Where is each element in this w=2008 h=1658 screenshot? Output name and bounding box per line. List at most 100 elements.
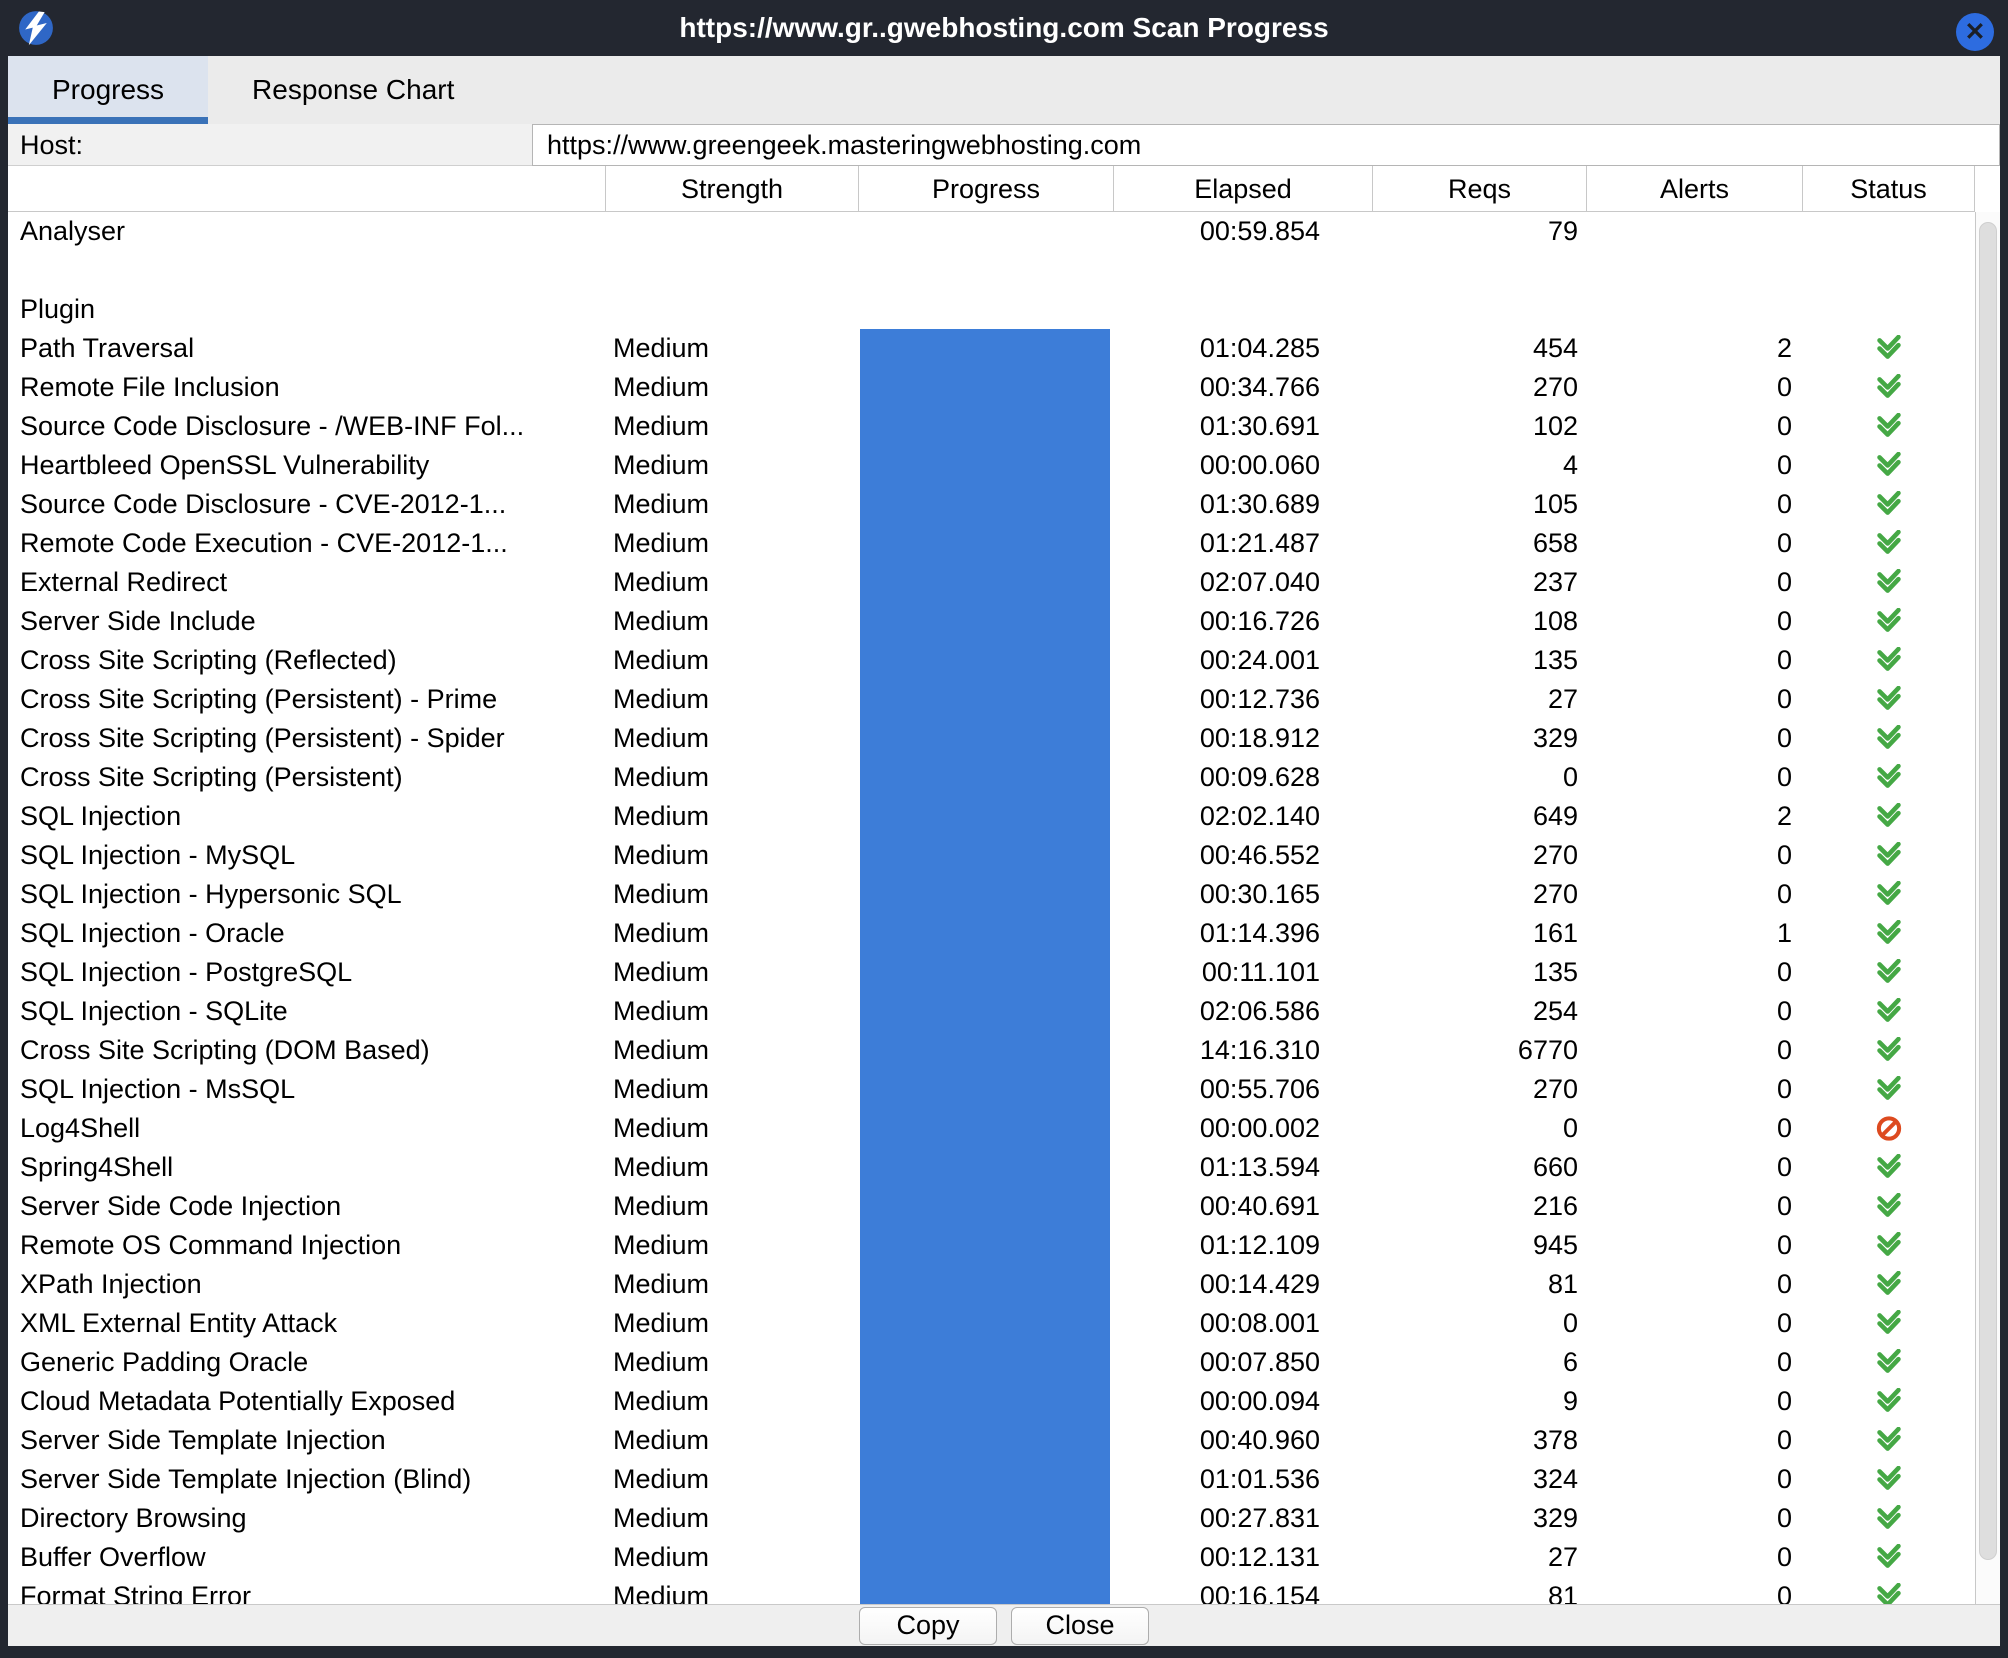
table-row[interactable]: External Redirect Medium 02:07.040 237 0 [8,563,1975,602]
col-header-progress[interactable]: Progress [858,166,1113,212]
col-header-strength[interactable]: Strength [605,166,858,212]
cell-name: Spring4Shell [8,1152,605,1183]
progress-bar [860,524,1110,563]
table-row[interactable]: SQL Injection - PostgreSQL Medium 00:11.… [8,953,1975,992]
table-row[interactable]: Remote OS Command Injection Medium 01:12… [8,1226,1975,1265]
host-input[interactable] [532,124,2000,166]
cell-reqs: 270 [1372,372,1586,403]
cell-elapsed: 00:16.726 [1113,606,1372,637]
table-row[interactable]: Heartbleed OpenSSL Vulnerability Medium … [8,446,1975,485]
cell-status [1802,1193,1975,1220]
status-complete-icon [1874,1388,1904,1415]
cell-alerts: 0 [1586,567,1802,598]
cell-name: Cross Site Scripting (DOM Based) [8,1035,605,1066]
table-row[interactable]: Directory Browsing Medium 00:27.831 329 … [8,1499,1975,1538]
table-row[interactable]: Cross Site Scripting (Persistent) Medium… [8,758,1975,797]
col-header-status[interactable]: Status [1802,166,1975,212]
window-title: https://www.gr..gwebhosting.com Scan Pro… [0,0,2008,56]
cell-progress [858,1304,1113,1343]
cell-name: Remote Code Execution - CVE-2012-1... [8,528,605,559]
cell-progress [858,1421,1113,1460]
cell-name: SQL Injection [8,801,605,832]
titlebar[interactable]: https://www.gr..gwebhosting.com Scan Pro… [0,0,2008,56]
cell-alerts: 0 [1586,723,1802,754]
table-row[interactable]: SQL Injection Medium 02:02.140 649 2 [8,797,1975,836]
table-row[interactable]: Server Side Code Injection Medium 00:40.… [8,1187,1975,1226]
status-complete-icon [1874,1193,1904,1220]
table-row[interactable]: Cross Site Scripting (Persistent) - Prim… [8,680,1975,719]
table-row[interactable]: Cross Site Scripting (Persistent) - Spid… [8,719,1975,758]
table-row[interactable]: Path Traversal Medium 01:04.285 454 2 [8,329,1975,368]
cell-progress [858,1187,1113,1226]
table-row[interactable]: Server Side Template Injection (Blind) M… [8,1460,1975,1499]
scrollbar-thumb[interactable] [1979,222,1997,1560]
close-button[interactable]: Close [1011,1607,1149,1645]
table-row[interactable]: Cross Site Scripting (Reflected) Medium … [8,641,1975,680]
window-close-icon[interactable]: ✕ [1956,13,1994,51]
copy-button[interactable]: Copy [859,1607,997,1645]
cell-reqs: 216 [1372,1191,1586,1222]
table-row[interactable]: Log4Shell Medium 00:00.002 0 0 [8,1109,1975,1148]
cell-progress [858,212,1113,251]
table-row[interactable]: Format String Error Medium 00:16.154 81 … [8,1577,1975,1604]
table-row[interactable] [8,251,1975,290]
table-row[interactable]: SQL Injection - MySQL Medium 00:46.552 2… [8,836,1975,875]
status-complete-icon [1874,764,1904,791]
table-row[interactable]: Cloud Metadata Potentially Exposed Mediu… [8,1382,1975,1421]
cell-elapsed: 00:40.960 [1113,1425,1372,1456]
tab-response-chart[interactable]: Response Chart [208,56,498,124]
cell-strength: Medium [605,372,858,403]
col-header-elapsed[interactable]: Elapsed [1113,166,1372,212]
cell-alerts: 0 [1586,1035,1802,1066]
cell-progress [858,797,1113,836]
cell-status [1802,959,1975,986]
table-row[interactable]: SQL Injection - MsSQL Medium 00:55.706 2… [8,1070,1975,1109]
cell-alerts: 2 [1586,801,1802,832]
col-header-alerts[interactable]: Alerts [1586,166,1802,212]
cell-name: Server Side Code Injection [8,1191,605,1222]
progress-bar [860,836,1110,875]
cell-alerts: 0 [1586,1269,1802,1300]
cell-strength: Medium [605,1113,858,1144]
table-row[interactable]: Plugin [8,290,1975,329]
col-header-name[interactable] [8,166,605,212]
cell-elapsed: 01:21.487 [1113,528,1372,559]
status-complete-icon [1874,1271,1904,1298]
table-row[interactable]: Remote File Inclusion Medium 00:34.766 2… [8,368,1975,407]
table-row[interactable]: Buffer Overflow Medium 00:12.131 27 0 [8,1538,1975,1577]
cell-elapsed: 00:08.001 [1113,1308,1372,1339]
table-row[interactable]: SQL Injection - Oracle Medium 01:14.396 … [8,914,1975,953]
table-row[interactable]: Spring4Shell Medium 01:13.594 660 0 [8,1148,1975,1187]
table-row[interactable]: Generic Padding Oracle Medium 00:07.850 … [8,1343,1975,1382]
table-row[interactable]: Cross Site Scripting (DOM Based) Medium … [8,1031,1975,1070]
table-row[interactable]: SQL Injection - SQLite Medium 02:06.586 … [8,992,1975,1031]
cell-status [1802,686,1975,713]
cell-strength: Medium [605,684,858,715]
table-row[interactable]: XPath Injection Medium 00:14.429 81 0 [8,1265,1975,1304]
vertical-scrollbar[interactable] [1975,212,2000,1604]
table-row[interactable]: Source Code Disclosure - /WEB-INF Fol...… [8,407,1975,446]
status-complete-icon [1874,725,1904,752]
cell-elapsed: 00:18.912 [1113,723,1372,754]
table-row[interactable]: Analyser 00:59.854 79 [8,212,1975,251]
table-row[interactable]: XML External Entity Attack Medium 00:08.… [8,1304,1975,1343]
cell-reqs: 270 [1372,840,1586,871]
table-row[interactable]: Server Side Template Injection Medium 00… [8,1421,1975,1460]
cell-alerts: 0 [1586,489,1802,520]
cell-status [1802,374,1975,401]
cell-elapsed: 14:16.310 [1113,1035,1372,1066]
progress-bar [860,1109,1110,1148]
table-row[interactable]: Remote Code Execution - CVE-2012-1... Me… [8,524,1975,563]
cell-strength: Medium [605,1386,858,1417]
col-header-reqs[interactable]: Reqs [1372,166,1586,212]
table-row[interactable]: Server Side Include Medium 00:16.726 108… [8,602,1975,641]
cell-reqs: 79 [1372,216,1586,247]
tab-progress[interactable]: Progress [8,56,208,124]
cell-progress [858,1538,1113,1577]
cell-status [1802,1388,1975,1415]
table-row[interactable]: Source Code Disclosure - CVE-2012-1... M… [8,485,1975,524]
cell-elapsed: 00:12.131 [1113,1542,1372,1573]
table-row[interactable]: SQL Injection - Hypersonic SQL Medium 00… [8,875,1975,914]
cell-status [1802,608,1975,635]
cell-strength: Medium [605,918,858,949]
